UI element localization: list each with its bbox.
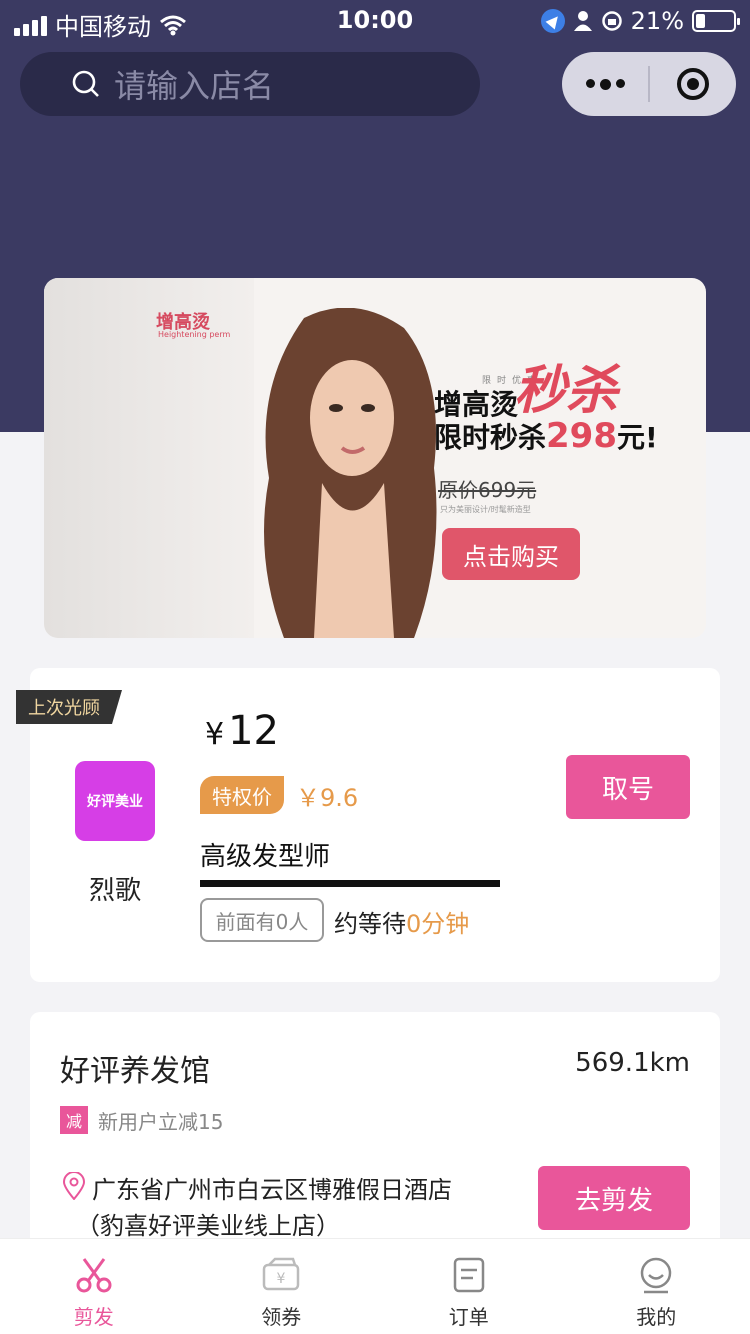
shop-name: 烈歌 (88, 876, 141, 906)
scissors-icon (76, 1258, 112, 1293)
shop-title: 好评养发馆 (60, 1054, 210, 1089)
shop-logo: 好评美业 (75, 761, 155, 841)
battery-label: 21% (630, 7, 684, 35)
banner-brand-sub: Heightening perm (158, 330, 231, 339)
order-icon (453, 1257, 484, 1293)
tab-label-orders: 订单 (448, 1305, 489, 1329)
rotation-lock-icon (601, 11, 622, 31)
location-icon (540, 9, 565, 33)
status-right: 21% (540, 7, 740, 35)
more-icon[interactable] (562, 78, 648, 90)
tab-orders[interactable]: 订单 (375, 1239, 563, 1334)
wait-value: 0分钟 (406, 910, 470, 938)
vip-price-badge: 特权价 (200, 776, 284, 814)
tab-haircut[interactable]: 剪发 (0, 1239, 188, 1334)
stylist-divider (200, 880, 500, 887)
tab-label-profile: 我的 (636, 1305, 677, 1329)
tab-coupon[interactable]: ¥ 领券 (188, 1239, 376, 1334)
battery-icon (692, 10, 740, 32)
search-icon (72, 70, 99, 97)
search-placeholder[interactable]: 请输入店名 (114, 61, 274, 107)
person-icon (573, 11, 592, 31)
coupon-icon: ¥ (263, 1257, 300, 1291)
tab-profile[interactable]: 我的 (563, 1239, 750, 1334)
go-haircut-button[interactable]: 去剪发 (538, 1166, 690, 1230)
shop-logo-text: 好评美业 (87, 794, 143, 810)
shop-distance: 569.1km (575, 1048, 690, 1078)
banner-line2-suffix: 元! (617, 421, 658, 454)
close-target-icon[interactable] (650, 66, 736, 102)
wait-prefix: 约等待 (334, 910, 406, 938)
tab-label-coupon: 领券 (261, 1305, 302, 1329)
service-price: ¥12 (205, 708, 279, 754)
banner-price: 298 (546, 416, 617, 456)
banner-line2: 限时秒杀298元! (434, 416, 658, 456)
shop-address: 广东省广州市白云区博雅假日酒店（豹喜好评美业线上店） (76, 1176, 452, 1240)
banner-seckill: 秒杀 (514, 361, 619, 421)
queue-count: 前面有0人 (200, 898, 324, 942)
search-bar[interactable]: 请输入店名 (20, 52, 480, 116)
promo-banner[interactable]: 增高烫 Heightening perm 限时优惠 秒杀 增高烫 限时秒杀298… (44, 278, 706, 638)
promo-tag: 减 (60, 1106, 88, 1134)
banner-note: 只为美丽设计/时髦新造型 (440, 505, 531, 514)
take-number-button[interactable]: 取号 (566, 755, 690, 819)
tab-bar: 剪发 ¥ 领券 订单 我的 (0, 1238, 750, 1334)
buy-button[interactable]: 点击购买 (442, 528, 580, 580)
banner-line2-prefix: 限时秒杀 (434, 421, 547, 454)
menu-capsule (562, 52, 736, 116)
vip-price: ￥9.6 (296, 784, 359, 812)
status-bar: 中国移动 10:00 21% (0, 0, 750, 41)
svg-text:¥: ¥ (277, 1271, 286, 1287)
profile-icon (641, 1257, 672, 1294)
model-portrait (264, 308, 437, 638)
stylist-level: 高级发型师 (200, 842, 331, 872)
currency-symbol: ¥ (205, 717, 225, 752)
wait-time: 约等待0分钟 (334, 904, 469, 939)
banner-original-price: 原价699元 (438, 478, 537, 502)
tab-label-haircut: 剪发 (73, 1305, 114, 1329)
price-value: 12 (228, 708, 279, 754)
last-visit-tag: 上次光顾 (16, 690, 122, 724)
promo-text: 新用户立减15 (98, 1110, 224, 1134)
